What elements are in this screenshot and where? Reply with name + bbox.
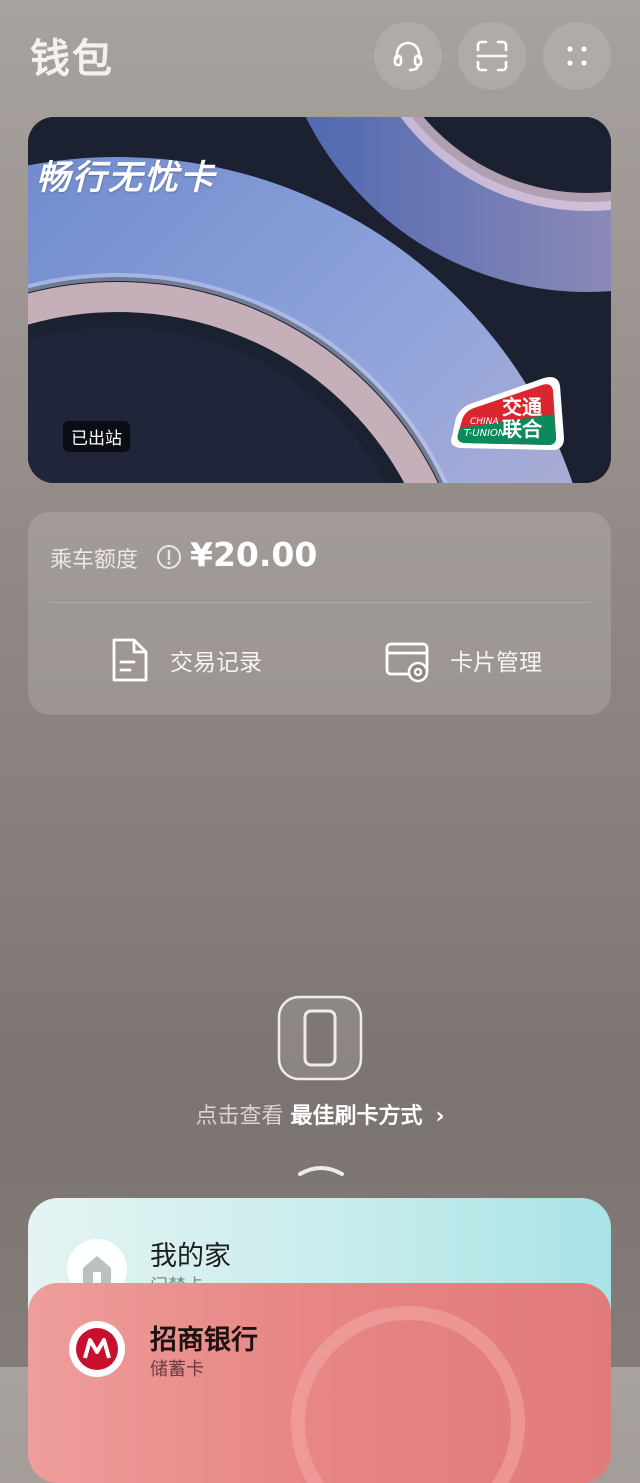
chevron-up-icon[interactable] [296, 1160, 346, 1180]
document-icon [112, 638, 148, 682]
status-badge: 已出站 [63, 421, 130, 452]
headset-icon [393, 41, 423, 72]
cmb-logo [69, 1321, 125, 1377]
card-management-label: 卡片管理 [450, 650, 542, 676]
customer-service-button[interactable] [374, 22, 442, 90]
best-tap-method-link[interactable]: 点击查看 最佳刷卡方式 › [0, 1098, 640, 1130]
transaction-records-button[interactable]: 交易记录 [108, 634, 262, 686]
divider [50, 602, 590, 603]
hint-prefix: 点击查看 [195, 1104, 284, 1129]
card-management-button[interactable]: 卡片管理 [384, 634, 542, 686]
scan-button[interactable] [458, 22, 526, 90]
balance-value: ¥20.00 [190, 535, 318, 574]
svg-text:T-UNION: T-UNION [464, 428, 506, 439]
page-title: 钱包 [30, 36, 114, 82]
card-settings-icon [385, 642, 429, 683]
scan-icon [476, 40, 508, 72]
balance-label: 乘车额度 [50, 548, 139, 573]
svg-text:CHINA: CHINA [470, 417, 499, 427]
info-icon[interactable] [156, 544, 182, 570]
svg-text:联合: 联合 [502, 417, 543, 441]
hint-link: 最佳刷卡方式 [290, 1104, 423, 1129]
phone-icon[interactable] [277, 995, 363, 1081]
bank-card-name: 招商银行 [150, 1325, 258, 1356]
dots-grid-icon [567, 46, 587, 66]
svg-text:交通: 交通 [502, 395, 542, 419]
more-button[interactable] [543, 22, 611, 90]
t-union-logo: 交通 联合 CHINA T-UNION [451, 377, 564, 450]
home-card-name: 我的家 [150, 1241, 231, 1272]
bank-card[interactable] [28, 1283, 611, 1483]
bank-card-type: 储蓄卡 [150, 1359, 204, 1380]
bank-card-pattern [291, 1306, 525, 1483]
card-name: 畅行无忧卡 [36, 158, 216, 198]
chevron-right-icon: › [435, 1104, 445, 1129]
transaction-records-label: 交易记录 [170, 650, 262, 676]
